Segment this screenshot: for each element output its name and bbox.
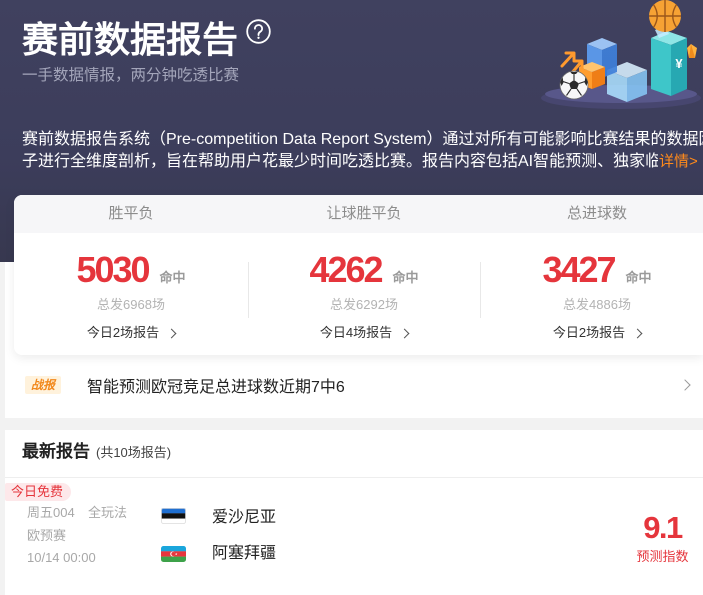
away-team: 阿塞拜疆	[212, 545, 277, 562]
chevron-right-icon	[679, 379, 691, 391]
hit-label: 命中	[392, 270, 419, 285]
total-issued: 总发4886场	[563, 297, 631, 312]
total-issued: 总发6968场	[97, 297, 165, 312]
stats-card: 胜平负 让球胜平负 总进球数 5030 命中 总发6968场 今日2场报告 42…	[14, 195, 703, 355]
stat-win-draw-loss[interactable]: 5030 命中 总发6968场 今日2场报告	[14, 233, 248, 355]
play-type: 全玩法	[88, 505, 128, 520]
stats-column-title: 胜平负	[108, 205, 154, 222]
header-illustration: ¥	[541, 0, 701, 109]
today-reports-link[interactable]: 今日4场报告	[319, 324, 410, 342]
stat-handicap[interactable]: 4262 命中 总发6292场 今日4场报告	[248, 233, 480, 355]
section-title: 最新报告	[22, 442, 90, 461]
chevron-right-icon	[399, 328, 410, 338]
today-reports-link[interactable]: 今日2场报告	[86, 324, 177, 342]
hit-label: 命中	[159, 270, 186, 285]
basketball-icon	[649, 0, 681, 32]
match-number: 周五004	[27, 505, 75, 520]
prediction-index-value: 9.1	[643, 510, 683, 545]
report-count: (共10场报告)	[96, 445, 172, 460]
currency-symbol: ¥	[675, 56, 683, 71]
total-issued: 总发6292场	[330, 297, 398, 312]
today-reports-label: 今日2场报告	[86, 325, 160, 340]
today-reports-link[interactable]: 今日2场报告	[552, 324, 643, 342]
news-text: 智能预测欧冠竞足总进球数近期7中6	[87, 379, 345, 396]
match-card[interactable]: 今日免费 周五004 全玩法 欧预赛 10/14 00:00 爱沙尼亚 阿塞拜疆…	[5, 478, 703, 595]
prediction-index: 9.1 预测指数	[625, 508, 700, 566]
yuan-box: ¥	[651, 26, 687, 96]
today-reports-label: 今日2场报告	[552, 325, 626, 340]
stats-column-title: 让球胜平负	[326, 205, 402, 222]
hit-count: 3427	[542, 249, 616, 290]
today-reports-label: 今日4场报告	[319, 325, 393, 340]
details-link[interactable]: 详情>	[659, 151, 698, 173]
chevron-right-icon	[166, 328, 177, 338]
help-circle-icon	[246, 19, 271, 44]
free-today-tag: 今日免费	[5, 483, 72, 501]
stats-column-title: 总进球数	[566, 205, 627, 222]
description: 赛前数据报告系统（Pre-competition Data Report Sys…	[22, 129, 703, 173]
home-team: 爱沙尼亚	[212, 509, 277, 526]
prediction-index-label: 预测指数	[636, 549, 689, 564]
help-icon[interactable]	[246, 19, 271, 44]
hit-row: 3427 命中	[542, 248, 651, 292]
hit-row: 4262 命中	[309, 248, 418, 292]
hit-row: 5030 命中	[76, 248, 185, 292]
chevron-right-icon	[632, 328, 643, 338]
hit-label: 命中	[625, 270, 652, 285]
description-line: 赛前数据报告系统（Pre-competition Data Report Sys…	[22, 131, 703, 148]
latest-reports: 最新报告 (共10场报告) 今日免费 周五004 全玩法 欧预赛 10/14 0…	[5, 430, 703, 595]
azerbaijan-flag-icon	[161, 546, 186, 562]
gem-icon	[687, 44, 697, 58]
latest-reports-header: 最新报告 (共10场报告)	[22, 440, 171, 464]
stats-header: 胜平负 让球胜平负 总进球数	[14, 195, 703, 233]
stats-body: 5030 命中 总发6968场 今日2场报告 4262 命中 总发6292场 今…	[14, 233, 703, 355]
hit-count: 4262	[309, 249, 383, 290]
league-name: 欧预赛	[27, 528, 67, 543]
news-badge: 战报	[25, 376, 61, 394]
match-time: 10/14 00:00	[27, 550, 96, 565]
page-subtitle: 一手数据情报，两分钟吃透比赛	[22, 67, 240, 84]
page-title: 赛前数据报告	[22, 19, 239, 60]
estonia-flag-icon	[161, 508, 186, 524]
soccer-ball-icon	[559, 70, 589, 100]
stat-total-goals[interactable]: 3427 命中 总发4886场 今日2场报告	[480, 233, 703, 355]
description-line: 子进行全维度剖析，旨在帮助用户花最少时间吃透比赛。报告内容包括AI智能预测、独家…	[22, 153, 658, 170]
hit-count: 5030	[76, 249, 150, 290]
news-row[interactable]: 战报 智能预测欧冠竞足总进球数近期7中6	[5, 361, 703, 409]
